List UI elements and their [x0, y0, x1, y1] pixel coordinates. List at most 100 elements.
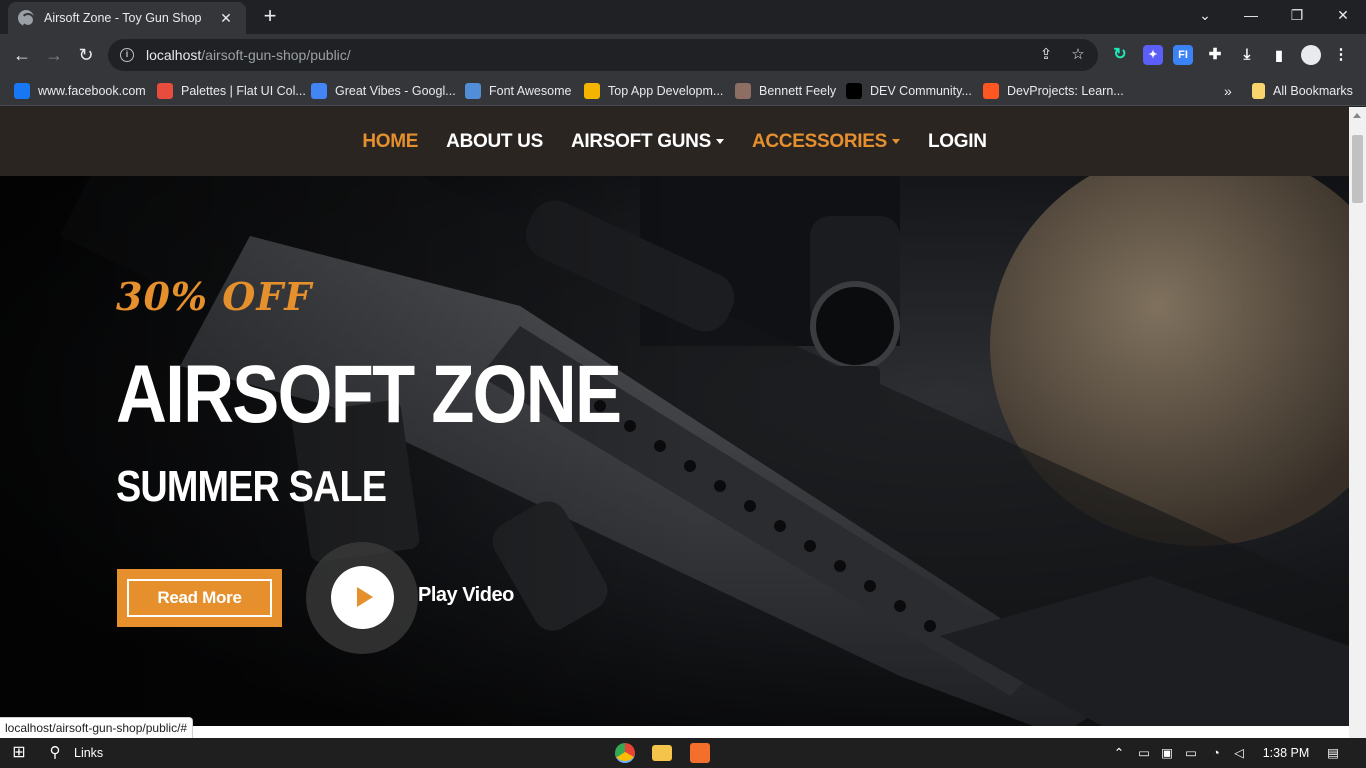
forward-icon[interactable]: →: [40, 41, 68, 69]
bookmark-label: Great Vibes - Googl...: [335, 84, 456, 98]
fontinfo-extension-icon[interactable]: FI: [1173, 45, 1193, 65]
devprojects-icon: [983, 83, 999, 99]
google-fonts-icon: [311, 83, 327, 99]
bookmark-item[interactable]: Top App Developm...: [584, 82, 723, 100]
url-text[interactable]: localhost/airsoft-gun-shop/public/: [146, 47, 351, 63]
nav-label: ABOUT US: [446, 130, 543, 152]
flag-icon: [465, 83, 481, 99]
restore-button[interactable]: ❐: [1274, 0, 1320, 30]
close-tab-icon[interactable]: ✕: [216, 10, 236, 27]
windows-start-icon[interactable]: ⊞: [8, 738, 30, 768]
site-info-icon[interactable]: i: [120, 48, 134, 62]
nav-login[interactable]: LOGIN: [928, 131, 987, 153]
scroll-up-icon[interactable]: [1353, 113, 1361, 118]
read-more-button[interactable]: Read More: [117, 569, 282, 627]
dev-icon: [846, 83, 862, 99]
back-icon[interactable]: ←: [8, 41, 36, 69]
nav-label: HOME: [362, 130, 419, 152]
bookmark-item[interactable]: Palettes | Flat UI Col...: [157, 82, 306, 100]
bookmark-star-icon[interactable]: ☆: [1068, 45, 1088, 65]
hero-subtitle: SUMMER SALE: [116, 462, 387, 511]
minimize-button[interactable]: —: [1228, 0, 1274, 30]
clock[interactable]: 1:38 PM: [1258, 738, 1314, 768]
search-icon[interactable]: ⚲: [44, 738, 66, 768]
bookmark-item[interactable]: Great Vibes - Googl...: [311, 82, 456, 100]
dropdown-caret-icon: [891, 139, 900, 144]
bookmark-label: Bennett Feely: [759, 84, 837, 98]
display-icon[interactable]: ▣: [1158, 738, 1176, 768]
page-scrollbar[interactable]: [1349, 107, 1366, 738]
dropdown-caret-icon: [715, 139, 724, 144]
play-video-button[interactable]: [306, 542, 418, 654]
tray-chevron-icon[interactable]: ⌃: [1110, 738, 1128, 768]
bookmark-label: DEV Community...: [870, 84, 972, 98]
folder-icon: [1252, 83, 1265, 99]
battery-icon[interactable]: ▭: [1182, 738, 1200, 768]
taskbar-search-label[interactable]: Links: [74, 738, 103, 768]
reload-icon[interactable]: ↻: [72, 41, 100, 69]
notifications-icon[interactable]: ▤: [1322, 738, 1344, 768]
bookmarks-bar: » All Bookmarks www.facebook.com Palettes…: [0, 76, 1366, 106]
browser-tab[interactable]: Airsoft Zone - Toy Gun Shop ✕: [8, 2, 246, 34]
bookmark-label: www.facebook.com: [38, 84, 146, 98]
play-icon: [357, 587, 373, 607]
new-tab-button[interactable]: +: [258, 4, 282, 30]
more-bookmarks-icon[interactable]: »: [1224, 82, 1232, 100]
file-explorer-icon[interactable]: [652, 745, 672, 761]
bookmark-item[interactable]: DevProjects: Learn...: [983, 82, 1124, 100]
nav-airsoft-guns[interactable]: AIRSOFT GUNS: [571, 131, 724, 153]
bookmark-item[interactable]: Font Awesome: [465, 82, 571, 100]
nav-home[interactable]: HOME: [362, 131, 418, 153]
hero-banner: 30% OFF AIRSOFT ZONE SUMMER SALE Read Mo…: [0, 176, 1349, 738]
play-circle[interactable]: [331, 566, 394, 629]
page-bottom-strip: [0, 726, 1349, 738]
nav-label: ACCESSORIES: [751, 130, 887, 152]
bookmark-label: Palettes | Flat UI Col...: [181, 84, 306, 98]
site-navbar: HOME ABOUT US AIRSOFT GUNS ACCESSORIES LOGIN: [0, 107, 1349, 176]
address-bar[interactable]: i localhost/airsoft-gun-shop/public/ ⇪ ☆: [108, 39, 1098, 71]
chrome-taskbar-icon[interactable]: [615, 743, 635, 763]
bookmark-label: Font Awesome: [489, 84, 572, 98]
profile-avatar[interactable]: [1301, 45, 1321, 65]
tab-search-icon[interactable]: ⌄: [1182, 0, 1228, 30]
wifi-icon[interactable]: ◔: [1207, 738, 1225, 768]
hero-title: AIRSOFT ZONE: [116, 349, 622, 440]
tab-strip: Airsoft Zone - Toy Gun Shop ✕ + ⌄ — ❐ ✕: [0, 0, 1366, 34]
hero-overlay: [0, 176, 700, 738]
avatar-icon: [735, 83, 751, 99]
volume-icon[interactable]: ◁: [1230, 738, 1248, 768]
sync-extension-icon[interactable]: ↻: [1110, 45, 1130, 65]
page-viewport: HOME ABOUT US AIRSOFT GUNS ACCESSORIES LOGIN: [0, 107, 1349, 738]
palette-icon: [157, 83, 173, 99]
nav-label: AIRSOFT GUNS: [570, 130, 711, 152]
bookmark-label: Top App Developm...: [608, 84, 724, 98]
play-video-label[interactable]: Play Video: [418, 584, 514, 607]
download-icon[interactable]: ⤓: [1237, 45, 1257, 65]
grid-icon: [584, 83, 600, 99]
status-bubble: localhost/airsoft-gun-shop/public/#: [0, 717, 194, 738]
bookmark-item[interactable]: DEV Community...: [846, 82, 972, 100]
tab-title: Airsoft Zone - Toy Gun Shop: [44, 11, 202, 25]
menu-kebab-icon[interactable]: ⋮: [1331, 45, 1351, 65]
facebook-icon: [14, 83, 30, 99]
globe-icon: [18, 10, 35, 27]
meet-icon[interactable]: ▭: [1135, 738, 1153, 768]
bookmark-item[interactable]: Bennett Feely: [735, 82, 836, 100]
discount-tagline: 30% OFF: [116, 274, 313, 319]
xampp-icon[interactable]: [690, 743, 710, 763]
browser-toolbar: ← → ↻ i localhost/airsoft-gun-shop/publi…: [0, 34, 1366, 76]
windows-taskbar: ⊞ ⚲ Links ⌃ ▭ ▣ ▭ ◔ ◁ 1:38 PM ▤: [0, 738, 1366, 768]
all-bookmarks-folder[interactable]: All Bookmarks: [1252, 82, 1353, 100]
all-bookmarks-label: All Bookmarks: [1273, 84, 1353, 98]
bookmark-item[interactable]: www.facebook.com: [14, 82, 146, 100]
scrollbar-thumb[interactable]: [1352, 135, 1363, 203]
nav-label: LOGIN: [927, 130, 987, 152]
close-window-button[interactable]: ✕: [1320, 0, 1366, 30]
nav-about-us[interactable]: ABOUT US: [446, 131, 543, 153]
nav-accessories[interactable]: ACCESSORIES: [752, 131, 900, 153]
read-more-label: Read More: [127, 579, 272, 617]
extensions-puzzle-icon[interactable]: ✚: [1205, 45, 1225, 65]
side-panel-icon[interactable]: ▮: [1269, 45, 1289, 65]
translate-extension-icon[interactable]: ✦: [1143, 45, 1163, 65]
share-icon[interactable]: ⇪: [1036, 45, 1056, 65]
